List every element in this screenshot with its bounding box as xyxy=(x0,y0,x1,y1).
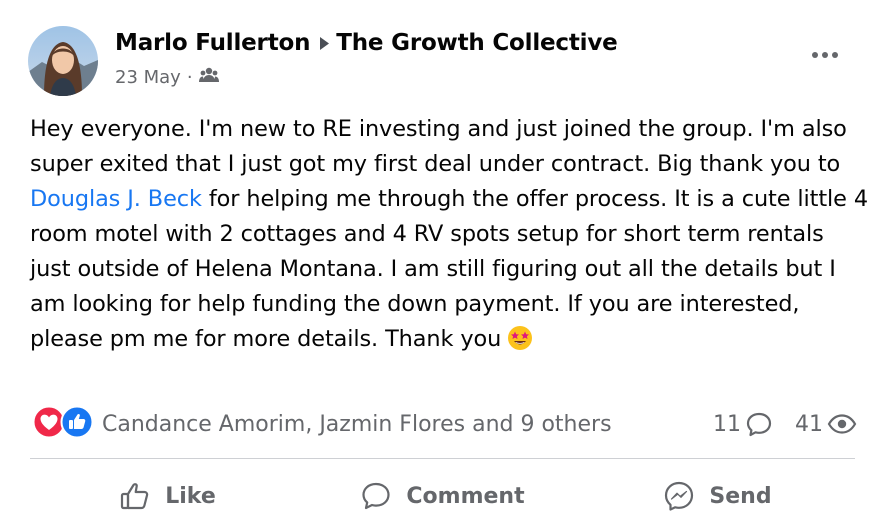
eye-icon xyxy=(827,414,857,434)
view-count-value: 41 xyxy=(795,411,823,437)
more-options-button[interactable] xyxy=(807,44,843,66)
reactions-summary[interactable]: Candance Amorim, Jazmin Flores and 9 oth… xyxy=(32,404,612,444)
author-name[interactable]: Marlo Fullerton xyxy=(115,30,310,56)
like-button[interactable]: Like xyxy=(30,480,305,512)
thumbs-up-icon xyxy=(121,483,149,510)
comment-bubble-icon xyxy=(746,412,772,437)
post-meta: 23 May · xyxy=(115,64,219,90)
post-text-part-1: Hey everyone. I'm new to RE investing an… xyxy=(30,116,847,177)
meta-separator: · xyxy=(186,66,193,88)
comment-count-value: 11 xyxy=(713,411,741,437)
send-button[interactable]: Send xyxy=(580,480,855,512)
post-header: Marlo Fullerton The Growth Collective xyxy=(115,27,618,59)
actions-divider xyxy=(30,458,855,459)
reaction-names[interactable]: Candance Amorim, Jazmin Flores and 9 oth… xyxy=(102,412,612,437)
like-reaction-icon xyxy=(60,405,94,443)
like-label: Like xyxy=(165,483,216,509)
comment-label: Comment xyxy=(406,483,525,509)
post-body: Hey everyone. I'm new to RE investing an… xyxy=(30,112,870,362)
star-struck-emoji xyxy=(507,325,533,362)
comment-button[interactable]: Comment xyxy=(305,480,580,512)
send-label: Send xyxy=(709,483,772,509)
post-actions: Like Comment Send xyxy=(30,468,855,524)
group-name[interactable]: The Growth Collective xyxy=(336,30,617,56)
mention-link[interactable]: Douglas J. Beck xyxy=(30,186,202,212)
right-triangle-icon xyxy=(319,36,330,51)
author-avatar[interactable] xyxy=(28,26,98,96)
engagement-counts: 11 41 xyxy=(691,404,857,444)
more-dots-icon xyxy=(812,52,838,58)
view-count[interactable]: 41 xyxy=(795,412,857,437)
messenger-icon xyxy=(665,481,694,511)
group-icon xyxy=(198,66,219,89)
reaction-icons xyxy=(32,405,94,443)
post-card: Marlo Fullerton The Growth Collective 23… xyxy=(0,0,885,528)
post-date[interactable]: 23 May xyxy=(115,67,181,88)
comment-icon xyxy=(362,482,390,510)
comment-count[interactable]: 11 xyxy=(713,411,773,437)
